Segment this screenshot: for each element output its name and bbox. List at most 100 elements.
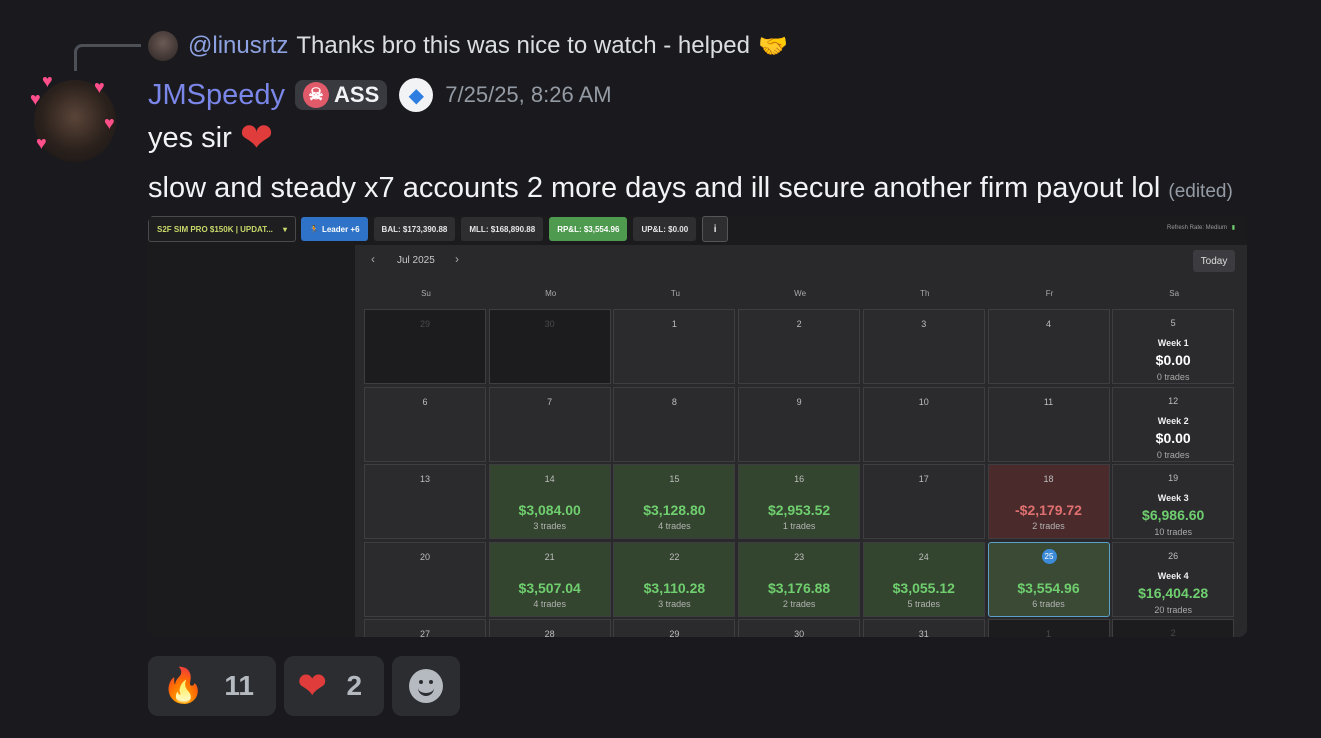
wifi-signal-icon: ▮ [1231, 225, 1235, 231]
heart-decoration-icon: ♥ [94, 77, 105, 97]
reaction-count: 2 [346, 670, 363, 701]
reply-avatar[interactable] [148, 31, 178, 61]
week-title: Week 4 [1157, 570, 1189, 581]
timestamp[interactable]: 7/25/25, 8:26 AM [445, 82, 611, 108]
day-number: 7 [547, 396, 553, 407]
calendar-day-cell[interactable]: 27 [364, 619, 486, 637]
calendar-day-cell[interactable]: 28 [488, 619, 611, 637]
day-trade-count: 6 trades [1032, 598, 1065, 609]
day-pnl: $3,110.28 [643, 579, 706, 596]
calendar-day-cell[interactable]: 25 $3,554.96 6 trades [987, 541, 1110, 617]
calendar-day-cell[interactable]: 3 [862, 309, 985, 384]
calendar-day-cell[interactable]: 11 [987, 386, 1110, 462]
calendar-day-cell[interactable]: 16 $2,953.52 1 trades [738, 464, 861, 539]
calendar-day-cell[interactable]: 4 [987, 309, 1110, 384]
calendar-day-cell[interactable]: 22 $3,110.28 3 trades [613, 541, 736, 617]
week-summary-cell[interactable]: 5 Week 1 $0.00 0 trades [1112, 309, 1235, 384]
chevron-left-icon[interactable]: ‹ [371, 252, 375, 266]
reply-mention[interactable]: @linusrtz [188, 32, 288, 60]
day-pnl: $2,953.52 [767, 502, 831, 518]
add-reaction-button[interactable] [392, 656, 461, 716]
reply-connector [74, 44, 141, 71]
chevron-right-icon[interactable]: › [455, 252, 459, 266]
week-summary-cell[interactable]: 26 Week 4 $16,404.28 20 trades [1112, 541, 1235, 617]
unrealized-pnl-chip: UP&L: $0.00 [633, 217, 697, 241]
reaction-count: 11 [224, 670, 254, 701]
account-select[interactable]: S2F SIM PRO $150K | UPDAT... ▾ [148, 216, 296, 242]
calendar-day-cell[interactable]: 1 [987, 619, 1110, 637]
calendar-day-cell[interactable]: 24 $3,055.12 5 trades [862, 541, 985, 617]
calendar-day-cell[interactable]: 7 [488, 386, 611, 462]
mll-chip: MLL: $168,890.88 [461, 217, 544, 241]
week-trade-count: 10 trades [1154, 527, 1192, 537]
day-number: 10 [918, 396, 929, 407]
day-number: 1 [671, 319, 677, 329]
calendar-day-cell[interactable]: 2 [738, 309, 861, 384]
week-summary-cell[interactable]: 12 Week 2 $0.00 0 trades [1112, 386, 1235, 462]
day-pnl: $3,128.80 [643, 502, 706, 518]
day-trade-count: 3 trades [658, 598, 691, 609]
calendar-month: Jul 2025 [397, 255, 435, 266]
calendar-day-cell[interactable]: 15 $3,128.80 4 trades [613, 464, 736, 539]
leader-button[interactable]: 🏃 Leader +6 [301, 217, 368, 241]
day-number: 4 [1045, 319, 1051, 329]
calendar-day-cell[interactable]: 18 -$2,179.72 2 trades [987, 464, 1110, 539]
calendar-day-cell[interactable]: 20 [364, 541, 486, 617]
trading-toolbar: S2F SIM PRO $150K | UPDAT... ▾ 🏃 Leader … [148, 215, 1247, 243]
day-number: 30 [794, 629, 805, 637]
weekday-label: Sa [1169, 289, 1180, 298]
today-button[interactable]: Today [1193, 250, 1235, 272]
calendar-day-cell[interactable]: 21 $3,507.04 4 trades [488, 541, 611, 617]
week-total-pnl: $6,986.60 [1142, 507, 1205, 523]
calendar-day-cell[interactable]: 23 $3,176.88 2 trades [738, 541, 861, 617]
calendar-day-cell[interactable]: 30 [488, 309, 611, 384]
avatar[interactable]: ♥ ♥ ♥ ♥ ♥ [30, 72, 116, 162]
week-title: Week 1 [1157, 338, 1189, 348]
skull-icon: ☠ [303, 82, 330, 108]
calendar-day-cell[interactable]: 30 [738, 619, 861, 637]
day-number: 26 [1168, 550, 1179, 561]
message-line: yes sir ❤ [148, 118, 273, 158]
weekday-label: Tu [670, 289, 680, 298]
edited-marker: (edited) [1168, 181, 1233, 202]
info-icon[interactable]: i [702, 216, 729, 242]
reaction-fire[interactable]: 🔥 11 [148, 656, 276, 716]
week-summary-cell[interactable]: 2 [1112, 619, 1235, 637]
calendar-day-cell[interactable]: 29 [613, 619, 736, 637]
day-number: 11 [1043, 396, 1054, 407]
message-header: JMSpeedy ☠ ASS ◆ 7/25/25, 8:26 AM [148, 76, 612, 114]
calendar-day-cell[interactable]: 17 [862, 464, 985, 539]
week-summary-cell[interactable]: 19 Week 3 $6,986.60 10 trades [1112, 464, 1235, 539]
reply-preview[interactable]: @linusrtz Thanks bro this was nice to wa… [148, 30, 788, 62]
calendar-day-cell[interactable]: 31 [862, 619, 985, 637]
calendar-day-cell[interactable]: 6 [364, 386, 486, 462]
reply-text[interactable]: Thanks bro this was nice to watch - help… [296, 32, 750, 60]
handshake-emoji-icon: 🤝 [757, 32, 788, 60]
username[interactable]: JMSpeedy [148, 79, 285, 112]
attachment-image[interactable]: S2F SIM PRO $150K | UPDAT... ▾ 🏃 Leader … [148, 215, 1247, 637]
smiley-icon [409, 669, 444, 703]
reaction-heart[interactable]: ❤ 2 [283, 656, 385, 716]
day-pnl: $3,554.96 [1017, 579, 1080, 596]
today-date-badge: 25 [1041, 548, 1057, 564]
day-trade-count: 4 trades [533, 598, 566, 609]
calendar-day-cell[interactable]: 29 [364, 309, 486, 384]
day-number: 9 [796, 396, 802, 407]
week-title: Week 2 [1157, 415, 1189, 426]
calendar-day-cell[interactable]: 9 [738, 386, 861, 462]
diamond-badge-icon[interactable]: ◆ [399, 78, 434, 112]
weekday-label: Su [421, 289, 431, 298]
calendar-day-cell[interactable]: 13 [364, 464, 486, 539]
calendar-nav: ‹ Jul 2025 › Today [355, 245, 1247, 279]
message-text: yes sir [148, 121, 232, 154]
day-trade-count: 4 trades [658, 521, 691, 531]
calendar-day-cell[interactable]: 10 [862, 386, 985, 462]
server-tag[interactable]: ☠ ASS [295, 80, 388, 110]
calendar-day-cell[interactable]: 8 [613, 386, 736, 462]
calendar-day-cell[interactable]: 14 $3,084.00 3 trades [488, 464, 611, 539]
heart-decoration-icon: ♥ [30, 89, 41, 109]
day-number: 15 [669, 474, 680, 484]
calendar-day-cell[interactable]: 1 [613, 309, 736, 384]
heart-decoration-icon: ♥ [42, 71, 53, 91]
week-trade-count: 0 trades [1156, 372, 1190, 382]
